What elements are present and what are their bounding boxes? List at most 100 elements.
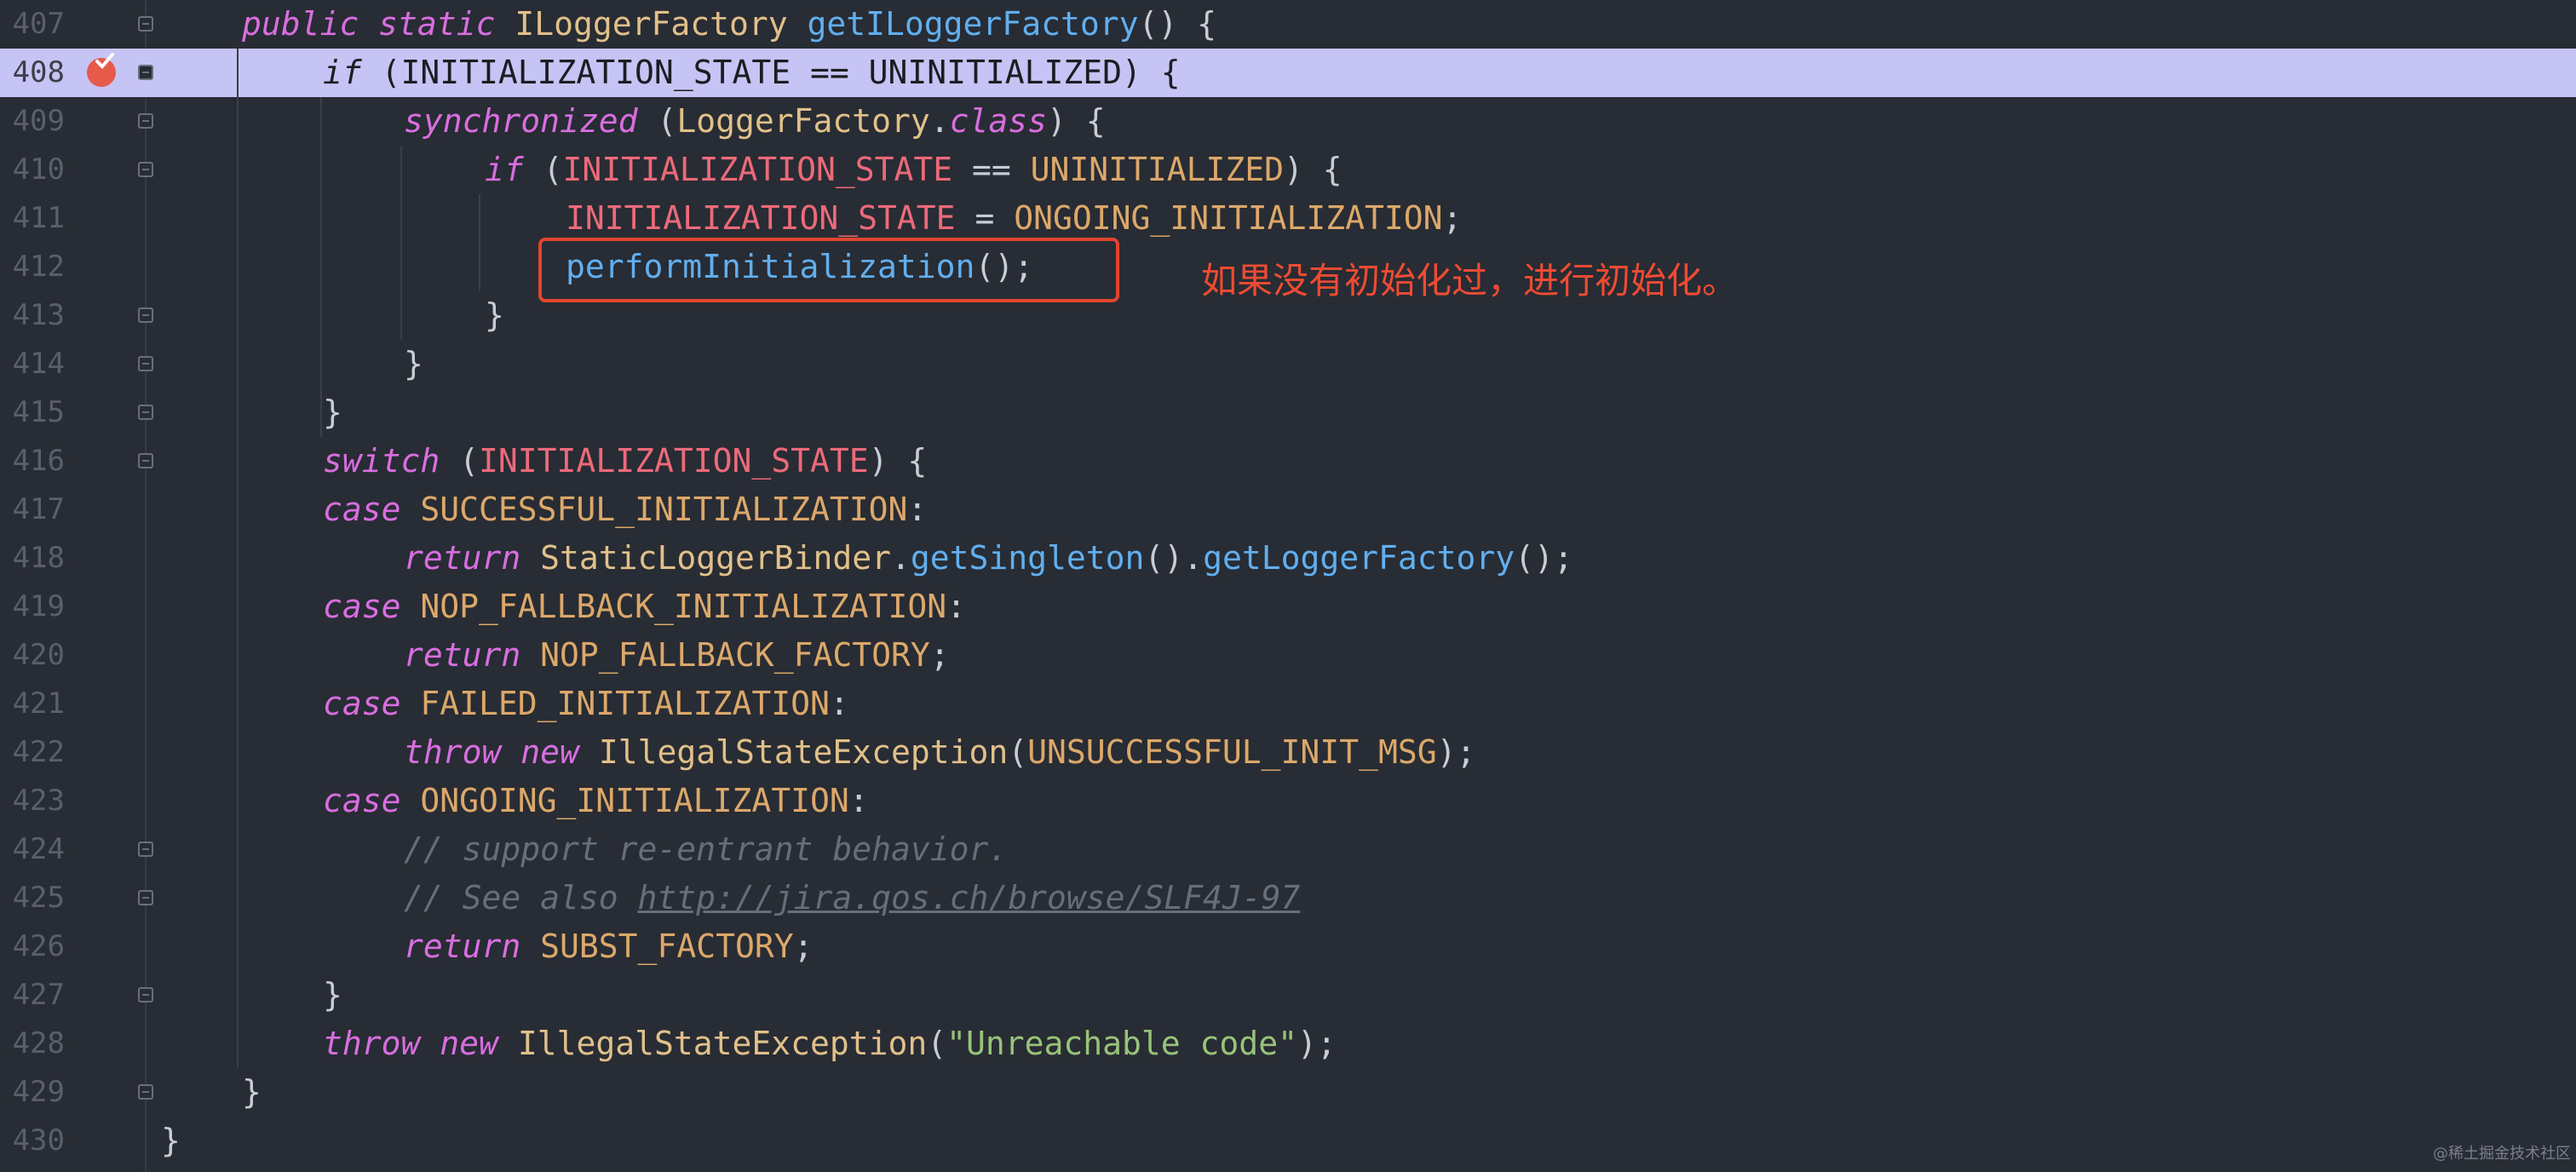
code-token: ) { xyxy=(1047,102,1106,140)
code-token: NOP_FALLBACK_INITIALIZATION xyxy=(420,588,947,625)
fold-marker-icon[interactable] xyxy=(138,113,153,129)
code-token: () { xyxy=(1138,5,1216,43)
line-number: 411 xyxy=(12,201,65,235)
code-text: // See also http://jira.qos.ch/browse/SL… xyxy=(404,874,1300,922)
code-text: } xyxy=(485,291,504,340)
code-line[interactable]: 407 public static ILoggerFactory getILogg… xyxy=(0,0,2576,49)
code-token: return xyxy=(404,928,521,965)
code-line[interactable]: 426 return SUBST_FACTORY; xyxy=(0,922,2576,971)
code-token: FAILED_INITIALIZATION xyxy=(420,685,830,722)
code-line[interactable]: 408 if (INITIALIZATION_STATE == UNINITIAL… xyxy=(0,49,2576,97)
fold-marker-icon[interactable] xyxy=(138,453,153,468)
code-line[interactable]: 415} xyxy=(0,388,2576,437)
line-number: 417 xyxy=(12,492,65,526)
code-token: UNSUCCESSFUL_INIT_MSG xyxy=(1027,733,1437,771)
fold-marker-icon[interactable] xyxy=(138,307,153,323)
fold-marker-icon[interactable] xyxy=(138,16,153,32)
line-number: 410 xyxy=(12,152,65,187)
code-token: case xyxy=(323,588,401,625)
code-text: // support re-entrant behavior. xyxy=(404,825,1008,874)
code-token: (). xyxy=(1144,539,1204,577)
code-token[interactable]: http://jira.qos.ch/browse/SLF4J-97 xyxy=(638,879,1301,916)
code-token: getSingleton xyxy=(910,539,1145,577)
code-text: throw new IllegalStateException(UNSUCCES… xyxy=(404,728,1475,777)
code-line[interactable]: 421 case FAILED_INITIALIZATION: xyxy=(0,680,2576,728)
code-text: } xyxy=(242,1068,262,1117)
line-number: 430 xyxy=(12,1123,65,1158)
code-line[interactable]: 420 return NOP_FALLBACK_FACTORY; xyxy=(0,631,2576,680)
code-token: : xyxy=(848,782,869,819)
code-token: if xyxy=(323,54,362,91)
code-token: StaticLoggerBinder xyxy=(540,539,891,577)
code-token: UNINITIALIZED xyxy=(1030,151,1285,188)
fold-marker-icon[interactable] xyxy=(138,890,153,905)
code-token: public xyxy=(242,5,359,43)
line-number: 416 xyxy=(12,444,65,478)
code-line[interactable]: 424 // support re-entrant behavior. xyxy=(0,825,2576,874)
code-text: switch (INITIALIZATION_STATE) { xyxy=(323,437,927,485)
fold-marker-icon[interactable] xyxy=(138,356,153,371)
fold-marker-icon[interactable] xyxy=(138,987,153,1003)
code-line[interactable]: 419 case NOP_FALLBACK_INITIALIZATION: xyxy=(0,583,2576,631)
code-text: } xyxy=(323,971,342,1020)
code-token: ); xyxy=(1436,733,1476,771)
code-line[interactable]: 409 synchronized (LoggerFactory.class) { xyxy=(0,97,2576,146)
code-line[interactable]: 427} xyxy=(0,971,2576,1020)
fold-marker-icon[interactable] xyxy=(138,65,153,80)
code-editor[interactable]: 407 public static ILoggerFactory getILogg… xyxy=(0,0,2576,1172)
code-text: synchronized (LoggerFactory.class) { xyxy=(404,97,1106,146)
line-number: 423 xyxy=(12,784,65,818)
code-line[interactable]: 422 throw new IllegalStateException(UNSUC… xyxy=(0,728,2576,777)
fold-marker-icon[interactable] xyxy=(138,162,153,177)
code-line[interactable]: 411 INITIALIZATION_STATE = ONGOING_INITIA… xyxy=(0,194,2576,243)
indent-guide xyxy=(320,97,322,437)
code-text: } xyxy=(161,1117,181,1165)
code-text: case ONGOING_INITIALIZATION: xyxy=(323,777,869,825)
line-number: 420 xyxy=(12,638,65,672)
code-token: static xyxy=(378,5,496,43)
code-text: return NOP_FALLBACK_FACTORY; xyxy=(404,631,950,680)
code-token: ); xyxy=(1297,1025,1337,1062)
fold-marker-icon[interactable] xyxy=(138,405,153,420)
fold-marker-icon[interactable] xyxy=(138,1084,153,1100)
breakpoint-check-icon[interactable] xyxy=(87,53,116,87)
code-line[interactable]: 423 case ONGOING_INITIALIZATION: xyxy=(0,777,2576,825)
code-line[interactable]: 414} xyxy=(0,340,2576,388)
code-text: case NOP_FALLBACK_INITIALIZATION: xyxy=(323,583,966,631)
line-number: 424 xyxy=(12,832,65,866)
code-line[interactable]: 417 case SUCCESSFUL_INITIALIZATION: xyxy=(0,485,2576,534)
line-number: 428 xyxy=(12,1026,65,1060)
code-token: ( xyxy=(927,1025,947,1062)
code-token: INITIALIZATION_STATE xyxy=(562,151,953,188)
code-line[interactable]: 428 throw new IllegalStateException("Unre… xyxy=(0,1020,2576,1068)
code-text: case SUCCESSFUL_INITIALIZATION: xyxy=(323,485,927,534)
code-text: if (INITIALIZATION_STATE == UNINITIALIZE… xyxy=(485,146,1343,194)
code-line[interactable]: 430} xyxy=(0,1117,2576,1165)
code-token: } xyxy=(323,394,342,431)
code-line[interactable]: 425 // See also http://jira.qos.ch/browse… xyxy=(0,874,2576,922)
line-number: 418 xyxy=(12,541,65,575)
code-token: "Unreachable code" xyxy=(946,1025,1297,1062)
code-token: = xyxy=(955,199,1015,237)
code-line[interactable]: 410 if (INITIALIZATION_STATE == UNINITIAL… xyxy=(0,146,2576,194)
watermark: @稀土掘金技术社区 xyxy=(2433,1145,2571,1163)
line-number: 413 xyxy=(12,298,65,332)
code-token: ( xyxy=(440,442,480,480)
code-token: (); xyxy=(1515,539,1573,577)
code-token: new xyxy=(520,733,579,771)
fold-marker-icon[interactable] xyxy=(138,842,153,857)
code-line[interactable]: 418 return StaticLoggerBinder.getSingleto… xyxy=(0,534,2576,583)
code-line[interactable]: 416 switch (INITIALIZATION_STATE) { xyxy=(0,437,2576,485)
code-token: case xyxy=(323,782,401,819)
code-token: throw xyxy=(404,733,502,771)
code-token: case xyxy=(323,491,401,528)
code-token: (INITIALIZATION_STATE == UNINITIALIZED) … xyxy=(361,54,1181,91)
code-token: } xyxy=(404,345,423,382)
code-token: IllegalStateException xyxy=(598,733,1009,771)
code-token: == xyxy=(952,151,1031,188)
code-token: NOP_FALLBACK_FACTORY xyxy=(540,636,930,674)
code-line[interactable]: 429} xyxy=(0,1068,2576,1117)
